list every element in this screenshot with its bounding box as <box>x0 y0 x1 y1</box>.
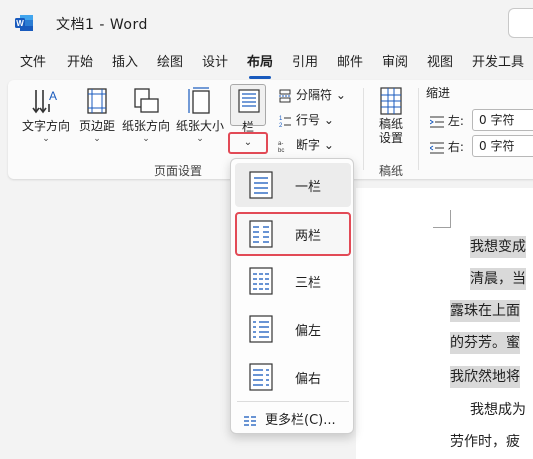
more-columns-icon <box>244 415 256 426</box>
svg-text:bc: bc <box>278 148 284 153</box>
chevron-down-icon: ⌄ <box>93 134 101 144</box>
chevron-down-icon: ⌄ <box>335 88 346 102</box>
chevron-down-icon: ⌄ <box>243 137 253 148</box>
menu-item-three-columns[interactable]: 三栏 <box>235 259 351 303</box>
group-separator <box>418 88 419 170</box>
paper-size-icon <box>188 87 210 114</box>
hyphenation-button[interactable]: a- bc 断字 ⌄ <box>278 136 334 153</box>
hyphenation-label: 断字 <box>296 138 321 152</box>
tab-references[interactable]: 引用 <box>292 50 318 76</box>
tab-mailings[interactable]: 邮件 <box>337 50 363 76</box>
document-line[interactable]: 劳作时，疲 <box>450 431 520 453</box>
search-box[interactable] <box>508 8 533 38</box>
line-numbers-button[interactable]: 1 2 行号 ⌄ <box>278 111 334 128</box>
menu-item-right-column[interactable]: 偏右 <box>235 355 351 399</box>
margin-corner-mark <box>433 210 451 228</box>
indent-right-icon <box>429 142 444 153</box>
breaks-icon <box>279 89 291 102</box>
columns-menu: 一栏 两栏 三栏 偏左 偏右 更多栏(C)... <box>230 158 354 434</box>
size-button[interactable]: 纸张大小 ⌄ <box>174 86 226 144</box>
columns-icon <box>238 89 260 113</box>
menu-item-label: 偏左 <box>295 324 322 339</box>
document-line[interactable]: 露珠在上面 <box>450 300 520 322</box>
left-column-icon <box>249 315 273 343</box>
indent-right-input[interactable]: 0 字符 <box>472 135 533 157</box>
two-columns-icon <box>249 220 273 248</box>
right-column-icon <box>249 363 273 391</box>
menu-item-two-columns[interactable]: 两栏 <box>235 212 351 256</box>
document-line[interactable]: 我想变成 <box>470 236 526 258</box>
more-columns-label: 更多栏(C)... <box>265 413 336 428</box>
indent-left-row: 左: 0 字符 <box>429 109 533 131</box>
document-line[interactable]: 清晨，当 <box>470 268 526 290</box>
indent-right-label: 右: <box>447 140 464 154</box>
breaks-button[interactable]: 分隔符 ⌄ <box>278 86 346 103</box>
indent-title: 缩进 <box>426 86 451 100</box>
orientation-label: 纸张方向 <box>121 119 170 133</box>
word-logo-icon: W <box>15 15 33 31</box>
indent-left-input[interactable]: 0 字符 <box>472 109 533 131</box>
svg-text:A: A <box>49 89 57 103</box>
tab-view[interactable]: 视图 <box>427 50 453 76</box>
chevron-down-icon: ⌄ <box>323 138 334 152</box>
svg-text:2: 2 <box>279 123 283 128</box>
tab-insert[interactable]: 插入 <box>112 50 138 76</box>
document-line[interactable]: 的芬芳。蜜 <box>450 332 520 354</box>
tab-design[interactable]: 设计 <box>202 50 228 76</box>
margins-button[interactable]: 页边距 ⌄ <box>74 86 120 144</box>
window-title: 文档1 - Word <box>56 17 148 33</box>
menu-item-label: 两栏 <box>295 229 322 244</box>
page-setup-group-label: 页面设置 <box>154 164 203 178</box>
svg-text:W: W <box>16 19 24 28</box>
manuscript-label: 稿纸 设置 <box>378 117 403 145</box>
tab-home[interactable]: 开始 <box>67 50 93 76</box>
three-columns-icon <box>249 267 273 295</box>
hyphenation-icon: a- bc <box>278 141 284 153</box>
indent-left-icon <box>429 116 444 127</box>
indent-right-row: 右: 0 字符 <box>429 135 533 157</box>
orientation-icon <box>134 88 159 113</box>
text-direction-button[interactable]: A 文字方向 ⌄ <box>20 86 72 144</box>
menu-separator <box>237 401 349 402</box>
menu-item-label: 偏右 <box>295 372 322 387</box>
menu-item-one-column[interactable]: 一栏 <box>235 163 351 207</box>
margins-icon <box>87 88 107 114</box>
indent-left-label: 左: <box>447 114 464 128</box>
margins-label: 页边距 <box>78 119 115 133</box>
menu-item-label: 一栏 <box>295 180 322 195</box>
chevron-down-icon: ⌄ <box>142 134 150 144</box>
document-line[interactable]: 我欣然地将 <box>450 366 520 388</box>
manuscript-settings-button[interactable]: 稿纸 设置 <box>370 86 412 145</box>
orientation-button[interactable]: 纸张方向 ⌄ <box>120 86 172 144</box>
chevron-down-icon: ⌄ <box>323 113 334 127</box>
text-direction-icon: A <box>32 89 57 114</box>
tab-file[interactable]: 文件 <box>20 50 46 76</box>
line-numbers-label: 行号 <box>296 113 321 127</box>
columns-dropdown-arrow[interactable]: ⌄ <box>228 132 268 154</box>
size-label: 纸张大小 <box>175 119 224 133</box>
tab-layout[interactable]: 布局 <box>247 50 273 79</box>
tab-review[interactable]: 审阅 <box>382 50 408 76</box>
svg-text:a-: a- <box>278 141 283 147</box>
chevron-down-icon: ⌄ <box>196 134 204 144</box>
line-numbers-icon: 1 2 <box>279 116 291 128</box>
ribbon-tabs: 文件 开始 插入 绘图 设计 布局 引用 邮件 审阅 视图 开发工具 <box>0 50 533 79</box>
breaks-label: 分隔符 <box>296 88 333 102</box>
menu-item-left-column[interactable]: 偏左 <box>235 307 351 351</box>
manuscript-group-label: 稿纸 <box>379 164 404 178</box>
chevron-down-icon: ⌄ <box>42 134 50 144</box>
manuscript-icon <box>380 87 402 115</box>
menu-item-label: 三栏 <box>295 276 322 291</box>
tab-draw[interactable]: 绘图 <box>157 50 183 76</box>
document-line[interactable]: 我想成为 <box>470 399 526 421</box>
more-columns-button[interactable]: 更多栏(C)... <box>243 409 336 428</box>
group-separator <box>363 88 364 170</box>
text-direction-label: 文字方向 <box>21 119 70 133</box>
one-column-icon <box>249 171 273 199</box>
tab-developer[interactable]: 开发工具 <box>472 50 524 76</box>
svg-text:1: 1 <box>279 116 283 122</box>
title-bar: W 文档1 - Word <box>0 0 533 46</box>
